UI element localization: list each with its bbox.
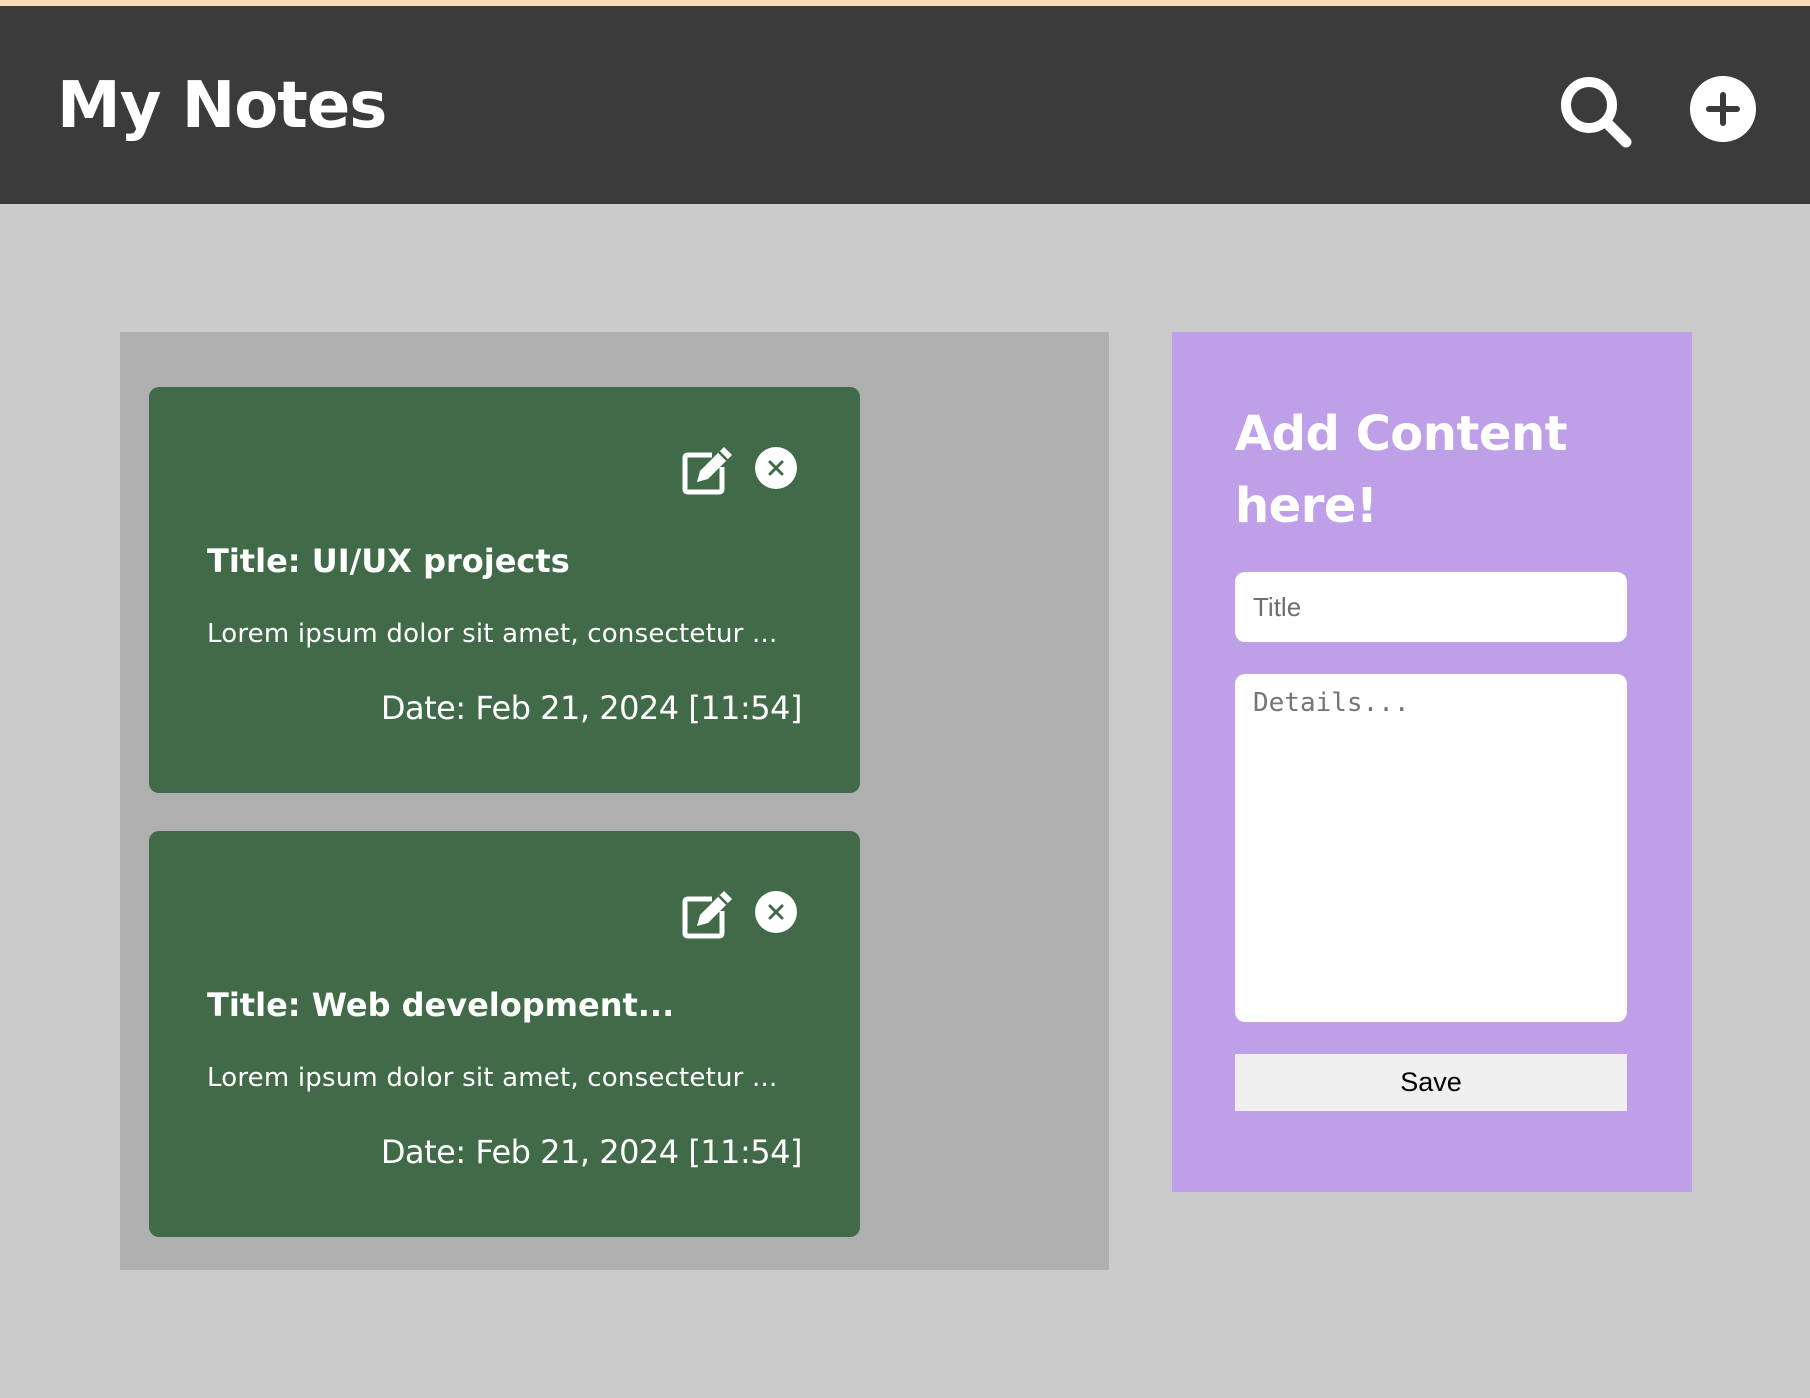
- edit-note-button[interactable]: [682, 445, 734, 495]
- plus-circle-icon: [1690, 76, 1756, 142]
- add-content-heading: Add Content here!: [1235, 406, 1568, 534]
- delete-note-button[interactable]: [755, 447, 797, 489]
- edit-icon: [682, 447, 732, 495]
- note-card: Title: UI/UX projects Lorem ipsum dolor …: [149, 387, 860, 793]
- search-button[interactable]: [1558, 74, 1634, 150]
- add-content-panel: Add Content here! Save: [1172, 332, 1692, 1192]
- app-header: My Notes: [0, 6, 1810, 204]
- delete-note-button[interactable]: [755, 891, 797, 933]
- title-input[interactable]: [1235, 572, 1627, 642]
- note-card: Title: Web development... Lorem ipsum do…: [149, 831, 860, 1237]
- close-circle-icon: [768, 460, 784, 476]
- save-button[interactable]: Save: [1235, 1054, 1627, 1111]
- note-date: Date: Feb 21, 2024 [11:54]: [380, 689, 803, 727]
- app-title: My Notes: [57, 69, 387, 143]
- note-date: Date: Feb 21, 2024 [11:54]: [380, 1133, 803, 1171]
- search-icon: [1561, 77, 1632, 148]
- note-title: Title: Web development...: [207, 986, 675, 1024]
- edit-icon: [682, 891, 732, 939]
- notes-list-panel: Title: UI/UX projects Lorem ipsum dolor …: [120, 332, 1109, 1270]
- details-textarea[interactable]: [1235, 674, 1627, 1022]
- note-title: Title: UI/UX projects: [207, 542, 570, 580]
- note-body: Lorem ipsum dolor sit amet, consectetur …: [207, 1063, 778, 1093]
- note-body: Lorem ipsum dolor sit amet, consectetur …: [207, 619, 778, 649]
- add-note-button[interactable]: [1688, 74, 1758, 144]
- edit-note-button[interactable]: [682, 889, 734, 939]
- close-circle-icon: [768, 904, 784, 920]
